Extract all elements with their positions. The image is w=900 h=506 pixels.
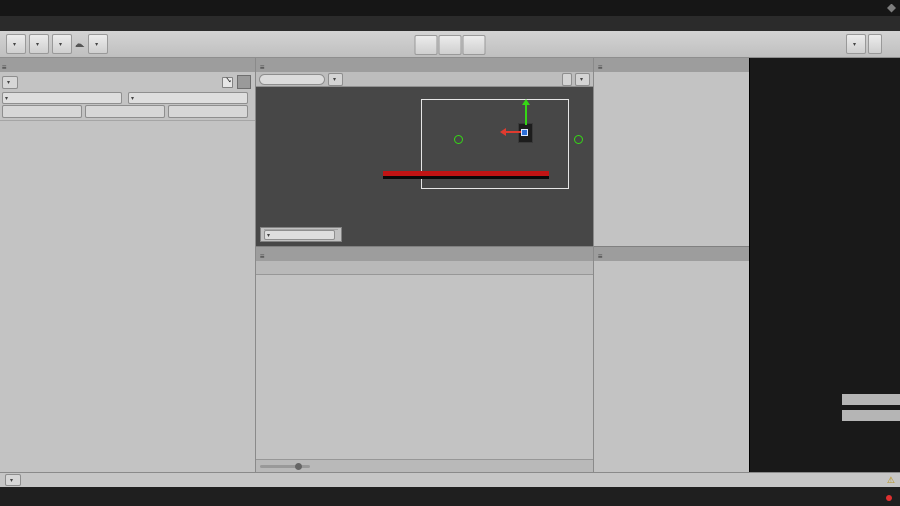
global-toggle[interactable]: ▾: [845, 34, 866, 54]
scene-search-input[interactable]: [259, 73, 325, 85]
scene-tabbar: ≡: [256, 58, 593, 72]
thumbnail-zoom-slider[interactable]: [260, 462, 310, 470]
unity-editor-window: ▾ ▾ ☁ ▾ ▾ ▾ ≡ ≡ ≡ ▾ ▾ ▾ ≡ ≡ ✓ ▾ ▾ ▾ ⚠ ▾: [0, 0, 900, 506]
hierarchy-tree: [594, 72, 749, 246]
account-button[interactable]: ▾: [52, 34, 73, 54]
project-footer: [256, 459, 593, 472]
chevron-down-icon: ▾: [267, 232, 271, 239]
platform-shadow: [383, 176, 549, 179]
rec-indicator: [883, 494, 892, 501]
gizmos-dropdown[interactable]: ▾: [328, 72, 344, 86]
warning-icon: ⚠: [886, 474, 895, 485]
slider-knob[interactable]: [295, 462, 302, 470]
focus-on-dropdown[interactable]: ▾: [264, 230, 335, 240]
waypoint-gizmo: [454, 135, 463, 144]
project-tree-panel: ≡: [594, 247, 749, 472]
move-gizmo-y-axis[interactable]: [525, 101, 527, 125]
gameobject-cube-icon: [237, 75, 251, 89]
side-dark-panel: [749, 58, 900, 472]
tag-dropdown[interactable]: ▾: [128, 92, 248, 104]
prefab-select-button[interactable]: [85, 105, 165, 118]
tilemap-focus-overlay: ▾: [260, 227, 342, 242]
chevron-down-icon: ▾: [7, 79, 11, 86]
panel-menu-icon[interactable]: ≡: [594, 252, 607, 261]
title-bar: [0, 0, 900, 16]
2d-toggle[interactable]: [561, 72, 572, 86]
project-browser-panel: ≡: [256, 247, 593, 472]
hierarchy-panel: ≡: [594, 58, 749, 247]
hierarchy-column: ≡ ≡: [593, 58, 749, 472]
panel-menu-icon[interactable]: ≡: [256, 63, 269, 72]
chevron-down-icon: ▾: [333, 76, 337, 83]
gameobject-header: ▾: [0, 72, 255, 92]
main-toolbar: ▾ ▾ ☁ ▾ ▾ ▾: [0, 31, 900, 58]
tag-layer-row: ▾ ▾: [0, 92, 255, 104]
shading-mode-dropdown[interactable]: ▾: [574, 72, 590, 86]
project-folder-tree: [594, 261, 749, 472]
inspector-column: ≡ ▾ ▾ ▾: [0, 58, 255, 472]
unity-logo-icon: [887, 4, 896, 13]
active-checkbox[interactable]: [222, 76, 233, 88]
chevron-down-icon: ▾: [852, 41, 856, 48]
screenshot-stage: ▾ ▾ ☁ ▾ ▾ ▾ ≡ ≡ ≡ ▾ ▾ ▾ ≡ ≡ ✓ ▾ ▾ ▾ ⚠ ▾: [0, 0, 900, 506]
breadcrumb: [256, 261, 593, 275]
panel-menu-icon[interactable]: ≡: [0, 63, 11, 72]
scene-panel: ≡ ▾ ▾ ▾: [256, 58, 593, 247]
chevron-down-icon: ▾: [36, 41, 40, 48]
waypoint-gizmo: [574, 135, 583, 144]
chevron-down-icon: ▾: [13, 41, 17, 48]
inspector-panel: ≡ ▾ ▾ ▾: [0, 58, 255, 472]
chevron-down-icon: ▾: [95, 41, 99, 48]
move-gizmo-center[interactable]: [521, 129, 528, 136]
status-bar: ⚠ ▾: [0, 472, 900, 487]
chevron-down-icon: ▾: [10, 477, 14, 484]
pivot-toggle[interactable]: [868, 34, 882, 54]
chevron-down-icon: ▾: [579, 76, 583, 83]
inspector-content: ▾ ▾ ▾: [0, 72, 255, 472]
prefab-overrides-button[interactable]: [2, 105, 82, 118]
inspector-tabbar: ≡: [0, 58, 255, 72]
prefab-open-button[interactable]: [168, 105, 248, 118]
playmode-controls: [414, 35, 486, 55]
menu-bar: [0, 16, 900, 31]
scene-toolbar: ▾ ▾: [256, 72, 593, 87]
panel-menu-icon[interactable]: ≡: [594, 63, 607, 72]
bottom-bar: [0, 487, 900, 506]
layout-button[interactable]: ▾: [6, 34, 27, 54]
hierarchy-tabbar: ≡: [594, 58, 749, 72]
chevron-down-icon: ▾: [131, 95, 135, 102]
play-button[interactable]: [462, 35, 486, 55]
step-button[interactable]: [414, 35, 438, 55]
scene-viewport[interactable]: ▾: [256, 87, 593, 246]
prefab-row: [0, 104, 255, 121]
center-column: ≡ ▾ ▾ ▾ ≡: [255, 58, 593, 472]
project-tree-tabbar: ≡: [594, 247, 749, 261]
project-tabbar: ≡: [256, 247, 593, 261]
pause-button[interactable]: [438, 35, 462, 55]
main-area: ≡ ≡ ≡ ▾ ▾ ▾ ≡ ≡ ✓ ▾ ▾ ▾: [0, 58, 900, 472]
side-panel-bar: [842, 410, 900, 421]
auto-generate-lighting-toggle[interactable]: ▾: [5, 474, 22, 486]
layers-button[interactable]: ▾: [29, 34, 50, 54]
panel-menu-icon[interactable]: ≡: [256, 252, 269, 261]
asset-file-list: [256, 275, 593, 459]
layer-dropdown[interactable]: ▾: [2, 92, 122, 104]
static-dropdown[interactable]: ▾: [2, 75, 19, 89]
chevron-down-icon: ▾: [5, 95, 9, 102]
collab-button[interactable]: ▾: [88, 34, 109, 54]
chevron-down-icon: ▾: [59, 41, 63, 48]
rec-dot-icon: [886, 494, 892, 501]
side-panel-bar: [842, 394, 900, 405]
cloud-icon[interactable]: ☁: [75, 39, 85, 50]
